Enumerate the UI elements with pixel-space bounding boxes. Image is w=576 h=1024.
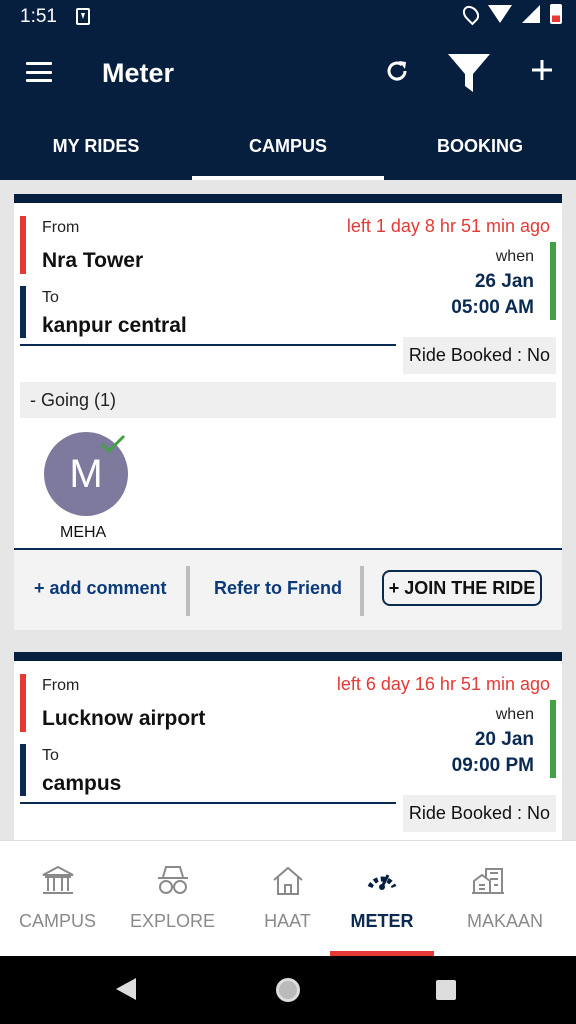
status-time: 1:51 xyxy=(20,6,57,27)
tab-booking[interactable]: BOOKING xyxy=(384,116,576,180)
tab-campus[interactable]: CAMPUS xyxy=(192,116,384,180)
join-ride-button[interactable]: + JOIN THE RIDE xyxy=(382,570,542,606)
to-label: To xyxy=(42,289,59,306)
status-icons xyxy=(459,2,562,26)
when-marker xyxy=(550,700,556,778)
nav-haat[interactable]: HAAT xyxy=(230,841,345,957)
nav-label: EXPLORE xyxy=(129,911,216,931)
to-marker xyxy=(20,286,26,338)
from-place: Nra Tower xyxy=(42,249,144,272)
battery-icon xyxy=(550,4,562,24)
nav-meter[interactable]: METER xyxy=(330,841,434,957)
makaan-icon xyxy=(472,868,504,894)
to-marker xyxy=(20,744,26,796)
check-icon xyxy=(100,434,126,454)
bottom-nav: CAMPUS EXPLORE HAAT METER MAKAAN xyxy=(0,840,576,957)
ride-date: 26 Jan xyxy=(474,271,534,292)
nav-label: MAKAAN xyxy=(466,911,544,931)
divider xyxy=(186,566,190,616)
status-bar: 1:51 xyxy=(0,0,576,34)
divider xyxy=(20,344,396,346)
menu-icon[interactable] xyxy=(26,62,52,82)
card-top-bar xyxy=(14,194,562,203)
app-bar: Meter xyxy=(0,34,576,116)
ride-card[interactable]: From Nra Tower left 1 day 8 hr 51 min ag… xyxy=(14,194,562,630)
home-button-icon[interactable] xyxy=(276,978,300,1002)
refer-friend-button[interactable]: Refer to Friend xyxy=(214,578,342,599)
nav-label: CAMPUS xyxy=(18,911,96,931)
wifi-icon xyxy=(488,5,512,23)
from-label: From xyxy=(42,677,80,694)
add-comment-button[interactable]: + add comment xyxy=(34,578,167,599)
going-header[interactable]: - Going (1) xyxy=(20,382,556,418)
to-place: kanpur central xyxy=(42,314,187,337)
to-place: campus xyxy=(42,772,122,795)
campus-icon xyxy=(42,865,74,894)
from-marker xyxy=(20,216,26,274)
nav-campus[interactable]: CAMPUS xyxy=(0,841,115,957)
system-nav-bar xyxy=(0,956,576,1024)
ride-time: 09:00 PM xyxy=(451,755,534,776)
location-icon xyxy=(459,2,483,26)
divider xyxy=(360,566,364,616)
meter-icon xyxy=(367,874,397,890)
nav-makaan[interactable]: MAKAAN xyxy=(434,841,576,957)
nav-label: HAAT xyxy=(264,911,311,931)
time-left-text: left 1 day 8 hr 51 min ago xyxy=(346,216,550,236)
download-icon xyxy=(76,8,90,25)
explore-icon xyxy=(158,866,188,894)
ride-booked-status: Ride Booked : No xyxy=(402,795,556,832)
when-label: when xyxy=(495,706,534,723)
from-label: From xyxy=(42,219,80,236)
ride-date: 20 Jan xyxy=(474,729,534,750)
tab-my-rides[interactable]: MY RIDES xyxy=(0,116,192,180)
nav-label: METER xyxy=(350,911,414,931)
to-label: To xyxy=(42,747,59,764)
add-icon[interactable] xyxy=(530,58,554,82)
ride-booked-status: Ride Booked : No xyxy=(402,337,556,374)
signal-icon xyxy=(522,5,540,23)
page-title: Meter xyxy=(102,58,175,88)
ride-time: 05:00 AM xyxy=(451,297,534,318)
when-label: when xyxy=(495,248,534,265)
recents-icon[interactable] xyxy=(436,980,456,1000)
when-marker xyxy=(550,242,556,320)
participant-name: MEHA xyxy=(60,524,107,541)
filter-icon[interactable] xyxy=(446,50,492,96)
from-marker xyxy=(20,674,26,732)
nav-explore[interactable]: EXPLORE xyxy=(115,841,230,957)
time-left-text: left 6 day 16 hr 51 min ago xyxy=(336,674,550,694)
card-actions: + add comment Refer to Friend + JOIN THE… xyxy=(14,550,562,630)
divider xyxy=(20,802,396,804)
home-icon xyxy=(273,866,303,895)
from-place: Lucknow airport xyxy=(42,707,206,730)
ride-card[interactable]: From Lucknow airport left 6 day 16 hr 51… xyxy=(14,652,562,840)
tab-bar: MY RIDES CAMPUS BOOKING xyxy=(0,116,576,180)
refresh-icon[interactable] xyxy=(384,58,410,84)
back-icon[interactable] xyxy=(116,978,136,1000)
card-top-bar xyxy=(14,652,562,661)
